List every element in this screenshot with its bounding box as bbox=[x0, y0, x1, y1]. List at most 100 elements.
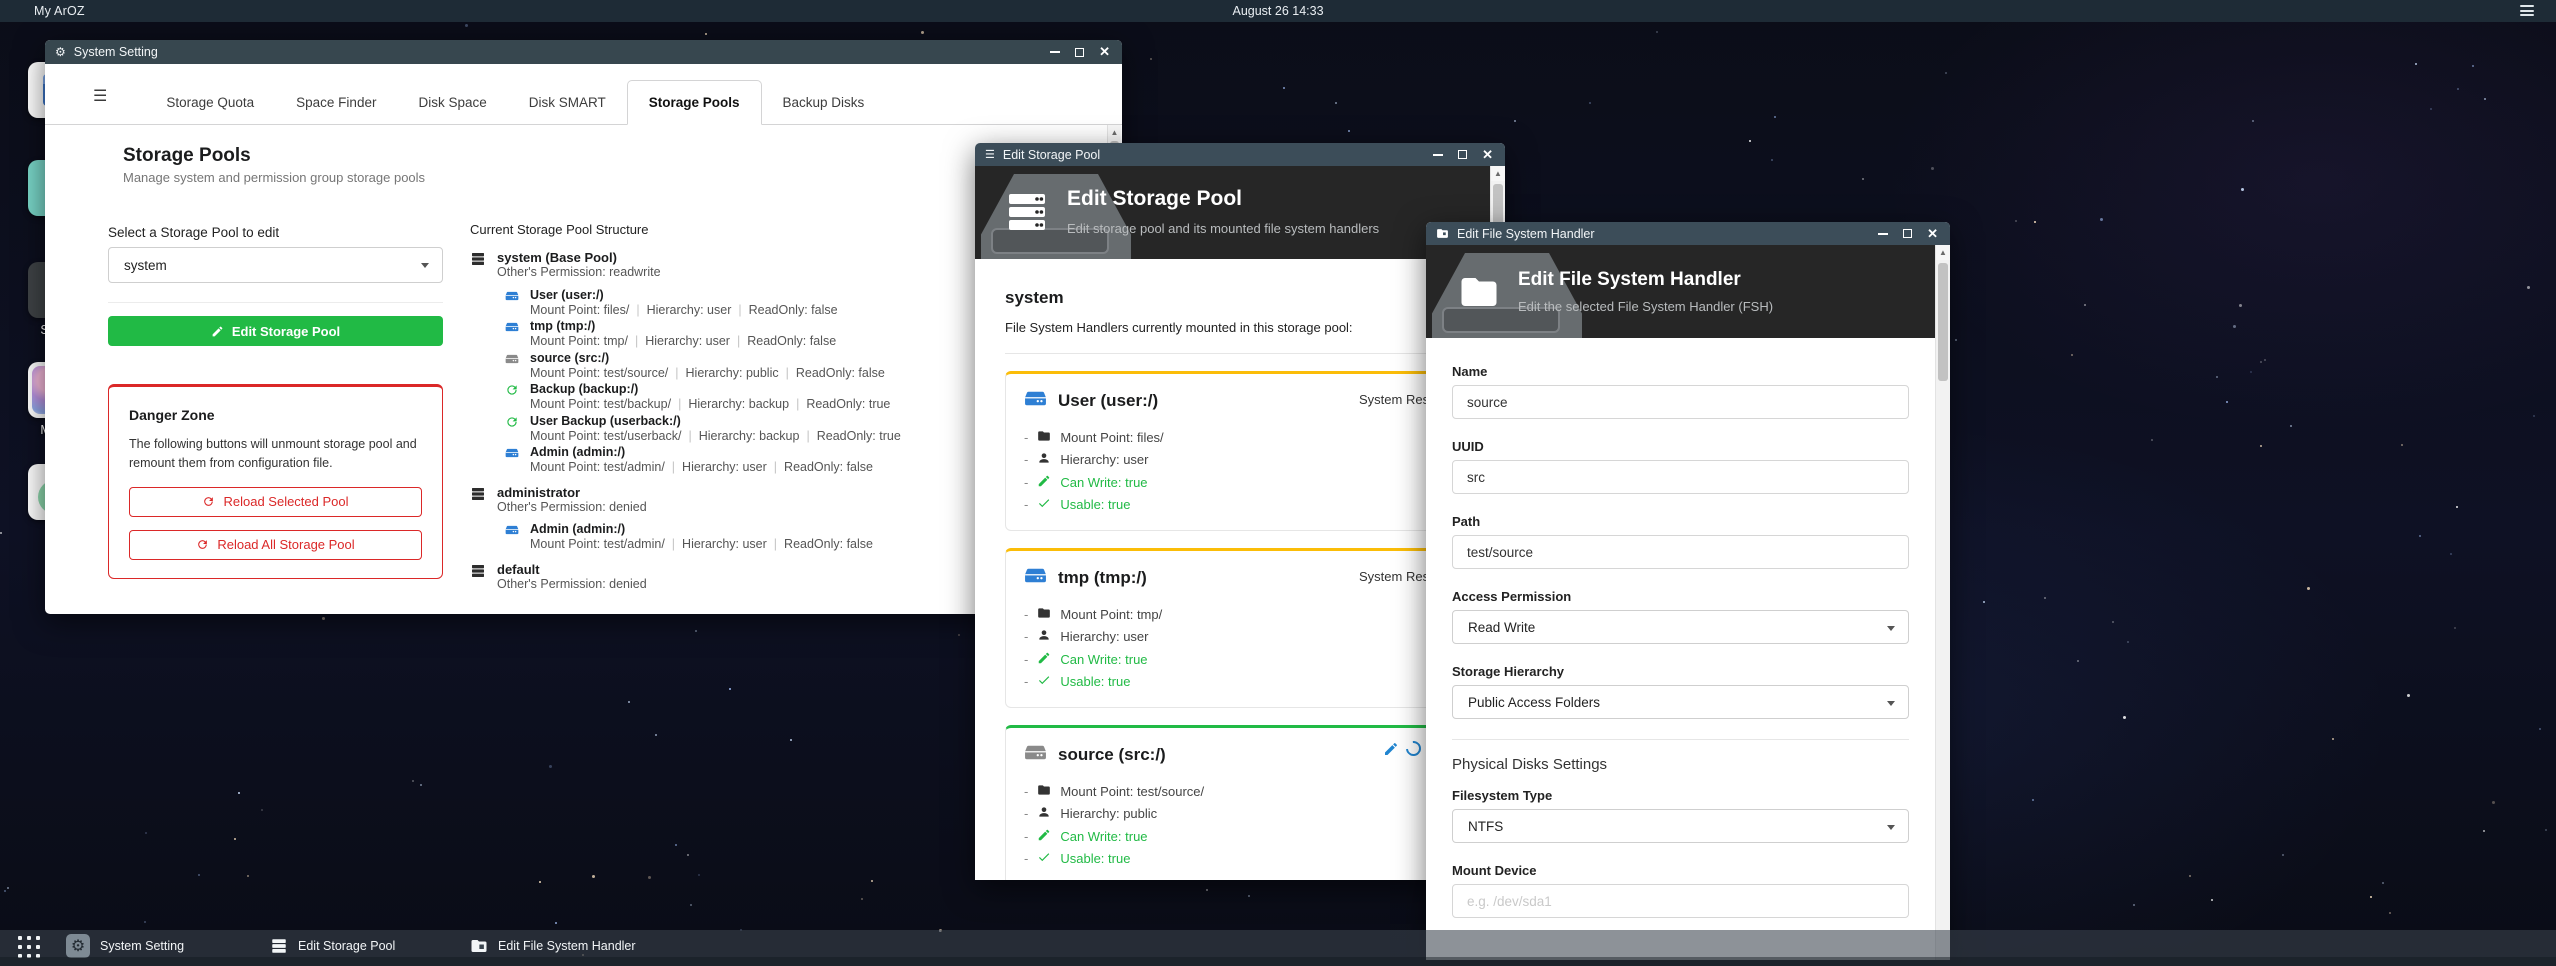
taskbar-item-system-setting[interactable]: ⚙ System Setting bbox=[58, 932, 192, 960]
tab-disk-space[interactable]: Disk Space bbox=[397, 81, 507, 124]
hdd-icon bbox=[505, 446, 519, 476]
taskbar-item-edit-storage-pool[interactable]: Edit Storage Pool bbox=[262, 932, 403, 960]
fsh-property: -Hierarchy: user bbox=[1024, 626, 1451, 649]
check-icon bbox=[1037, 496, 1051, 513]
danger-zone-text: The following buttons will unmount stora… bbox=[129, 435, 422, 474]
fsh-property: -Can Write: true bbox=[1024, 648, 1451, 671]
server-icon bbox=[470, 486, 486, 516]
folder-icon bbox=[470, 937, 488, 955]
minimize-button[interactable] bbox=[1433, 154, 1443, 156]
tab-backup-disks[interactable]: Backup Disks bbox=[762, 81, 886, 124]
storage-hierarchy-select[interactable]: Public Access Folders bbox=[1452, 685, 1909, 719]
uuid-field[interactable] bbox=[1452, 460, 1909, 494]
edit-fsh-titlebar[interactable]: Edit File System Handler ✕ bbox=[1426, 222, 1950, 245]
edit-pool-header: Edit Storage Pool Edit storage pool and … bbox=[975, 166, 1490, 259]
edit-icon bbox=[211, 325, 224, 338]
hdd-icon bbox=[505, 523, 519, 553]
window-title: System Setting bbox=[74, 45, 158, 59]
fsh-card-title: tmp (tmp:/) bbox=[1058, 568, 1147, 588]
minimize-button[interactable] bbox=[1878, 233, 1888, 235]
edit-fsh-scrollbar[interactable]: ▲ bbox=[1935, 245, 1950, 960]
refresh-icon bbox=[196, 538, 209, 551]
filesystem-type-select[interactable]: NTFS bbox=[1452, 809, 1909, 843]
maximize-button[interactable] bbox=[1458, 150, 1467, 159]
refresh-icon bbox=[202, 495, 215, 508]
unmount-fsh-icon[interactable] bbox=[1403, 738, 1424, 759]
folder-icon bbox=[1458, 271, 1500, 318]
close-icon[interactable]: ✕ bbox=[1099, 47, 1110, 57]
fsh-card-title: source (src:/) bbox=[1058, 745, 1166, 765]
server-icon bbox=[470, 563, 486, 593]
divider bbox=[1452, 739, 1909, 740]
close-icon[interactable]: ✕ bbox=[1482, 150, 1493, 160]
hdd-icon bbox=[505, 320, 519, 350]
tab-storage-quota[interactable]: Storage Quota bbox=[145, 81, 275, 124]
tab-space-finder[interactable]: Space Finder bbox=[275, 81, 397, 124]
fsh-card-source: source (src:/) -Mount Point: test/source… bbox=[1005, 725, 1470, 880]
hdd-icon bbox=[505, 289, 519, 319]
header-title: Edit File System Handler bbox=[1518, 269, 1741, 291]
danger-zone-title: Danger Zone bbox=[129, 407, 422, 423]
taskbar-item-edit-fsh[interactable]: Edit File System Handler bbox=[462, 932, 644, 960]
select-pool-label: Select a Storage Pool to edit bbox=[108, 225, 443, 240]
header-subtitle: Edit storage pool and its mounted file s… bbox=[1067, 221, 1379, 236]
taskbar-bottom-strip bbox=[0, 957, 2556, 966]
pool-intro-text: File System Handlers currently mounted i… bbox=[1005, 320, 1470, 335]
mount-device-field[interactable] bbox=[1452, 884, 1909, 918]
edit-icon bbox=[1037, 651, 1051, 668]
uuid-label: UUID bbox=[1452, 439, 1909, 454]
path-label: Path bbox=[1452, 514, 1909, 529]
hamburger-menu-icon[interactable] bbox=[2520, 5, 2534, 19]
hdd-icon bbox=[505, 352, 519, 382]
filesystem-type-label: Filesystem Type bbox=[1452, 788, 1909, 803]
server-icon bbox=[470, 251, 486, 281]
reload-selected-pool-button[interactable]: Reload Selected Pool bbox=[129, 487, 422, 517]
scroll-up-arrow[interactable]: ▲ bbox=[1936, 245, 1950, 260]
path-field[interactable] bbox=[1452, 535, 1909, 569]
edit-fsh-icon[interactable] bbox=[1383, 741, 1399, 757]
storage-pool-icon bbox=[1003, 188, 1051, 241]
reload-all-pool-button[interactable]: Reload All Storage Pool bbox=[129, 530, 422, 560]
tab-storage-pools[interactable]: Storage Pools bbox=[627, 80, 762, 125]
user-icon bbox=[1037, 805, 1051, 822]
fsh-card-user: User (user:/) System Res -Mount Point: f… bbox=[1005, 371, 1470, 531]
hdd-icon bbox=[1024, 741, 1047, 769]
storage-pool-select[interactable]: system bbox=[108, 247, 443, 283]
folder-icon bbox=[1037, 783, 1051, 800]
scroll-up-arrow[interactable]: ▲ bbox=[1491, 166, 1505, 181]
user-icon bbox=[1037, 451, 1051, 468]
minimize-button[interactable] bbox=[1050, 51, 1060, 53]
fsh-property: -Mount Point: tmp/ bbox=[1024, 603, 1451, 626]
fsh-property: -Usable: true bbox=[1024, 494, 1451, 517]
divider bbox=[108, 302, 443, 303]
hamburger-icon[interactable]: ☰ bbox=[93, 86, 107, 106]
name-field[interactable] bbox=[1452, 385, 1909, 419]
settings-tab-bar: ☰ Storage Quota Space Finder Disk Space … bbox=[45, 64, 1122, 125]
edit-fsh-window: Edit File System Handler ✕ Edit File Sys… bbox=[1426, 222, 1950, 960]
scrollbar-thumb[interactable] bbox=[1938, 263, 1948, 381]
selected-pool-value: system bbox=[124, 258, 167, 273]
edit-pool-titlebar[interactable]: ☰ Edit Storage Pool ✕ bbox=[975, 143, 1505, 166]
window-title: Edit Storage Pool bbox=[1003, 148, 1100, 162]
system-setting-titlebar[interactable]: ⚙ System Setting ✕ bbox=[45, 40, 1122, 64]
edit-fsh-header: Edit File System Handler Edit the select… bbox=[1426, 245, 1935, 338]
close-icon[interactable]: ✕ bbox=[1927, 229, 1938, 239]
access-permission-label: Access Permission bbox=[1452, 589, 1909, 604]
fsh-property: -Can Write: true bbox=[1024, 471, 1451, 494]
access-permission-select[interactable]: Read Write bbox=[1452, 610, 1909, 644]
maximize-button[interactable] bbox=[1075, 48, 1084, 57]
edit-icon bbox=[1037, 474, 1051, 491]
fsh-property: -Hierarchy: public bbox=[1024, 803, 1451, 826]
page-subtitle: Manage system and permission group stora… bbox=[123, 170, 443, 185]
edit-pool-content: system File System Handlers currently mo… bbox=[975, 259, 1490, 880]
header-title: Edit Storage Pool bbox=[1067, 187, 1242, 211]
tab-disk-smart[interactable]: Disk SMART bbox=[508, 81, 627, 124]
edit-storage-pool-button[interactable]: Edit Storage Pool bbox=[108, 316, 443, 346]
maximize-button[interactable] bbox=[1903, 229, 1912, 238]
physical-disks-heading: Physical Disks Settings bbox=[1452, 756, 1909, 773]
aroz-brand[interactable]: My ArOZ bbox=[34, 4, 85, 18]
scroll-up-arrow[interactable]: ▲ bbox=[1108, 125, 1121, 140]
fsh-card-title: User (user:/) bbox=[1058, 391, 1158, 411]
fsh-property: -Mount Point: files/ bbox=[1024, 426, 1451, 449]
top-menu-bar: My ArOZ August 26 14:33 bbox=[0, 0, 2556, 22]
